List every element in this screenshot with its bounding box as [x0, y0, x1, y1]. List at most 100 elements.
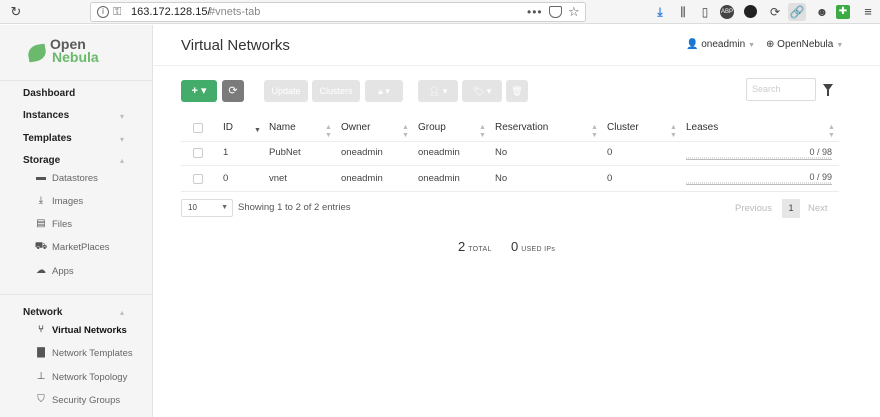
- sidebar-item-images[interactable]: ⤓ Images: [34, 194, 83, 210]
- user-name: oneadmin: [701, 39, 746, 50]
- page-size-select[interactable]: 10 ▼: [181, 199, 233, 217]
- chevron-down-icon[interactable]: ▾: [120, 112, 124, 121]
- extension-circle-icon[interactable]: [744, 5, 757, 18]
- pagination-previous[interactable]: Previous: [735, 203, 772, 214]
- table-cell-owner[interactable]: oneadmin: [341, 146, 383, 160]
- download-icon[interactable]: ⤓: [652, 4, 668, 20]
- lease-count: 0 / 98: [809, 147, 832, 157]
- sidebar-item-datastores[interactable]: ▬ Datastores: [34, 171, 98, 187]
- table-cell-cluster[interactable]: 0: [607, 172, 612, 186]
- column-header-name[interactable]: Name: [269, 117, 296, 139]
- sidebar-item-templates[interactable]: Templates: [23, 133, 72, 144]
- chevron-down-icon[interactable]: ▾: [120, 135, 124, 144]
- sidebar-item-network-topology[interactable]: ⊥ Network Topology: [34, 370, 128, 386]
- extension-green-icon[interactable]: ✚: [836, 5, 850, 19]
- sidebar-item-label: Files: [52, 219, 73, 230]
- column-header-reservation[interactable]: Reservation: [495, 117, 548, 139]
- delete-button[interactable]: 🗑︎: [506, 80, 528, 102]
- pocket-icon[interactable]: [549, 6, 562, 18]
- user-menu[interactable]: 👤 oneadmin ▼: [686, 39, 755, 50]
- info-icon[interactable]: i: [97, 6, 109, 18]
- chevron-up-icon[interactable]: ▴: [120, 156, 124, 165]
- pagination-page[interactable]: 1: [782, 199, 800, 218]
- table-cell-id[interactable]: 0: [223, 172, 228, 186]
- sort-icon[interactable]: ▲ ▼: [828, 124, 835, 140]
- table-cell-group[interactable]: oneadmin: [418, 146, 460, 160]
- lease-progress-bar: [686, 182, 832, 185]
- sidebar-item-virtual-networks[interactable]: ⑂ Virtual Networks: [34, 323, 127, 339]
- library-icon[interactable]: ⫼: [675, 4, 691, 20]
- table-cell-owner[interactable]: oneadmin: [341, 172, 383, 186]
- used-ips-summary: 0 USED IPs: [511, 239, 555, 254]
- labels-button[interactable]: 🏷︎ ▾: [462, 80, 502, 102]
- lock-button[interactable]: 🔒︎ ▾: [365, 80, 403, 102]
- url-bar[interactable]: i ⚿ 163.172.128.15/ #vnets-tab ••• ☆: [90, 2, 586, 22]
- sidebar-item-apps[interactable]: ☁ Apps: [34, 264, 74, 280]
- search-input[interactable]: Search: [746, 78, 816, 101]
- column-header-cluster[interactable]: Cluster: [607, 117, 639, 139]
- sidebar-item-label: Images: [52, 196, 84, 207]
- user-icon: 👤: [686, 39, 699, 50]
- sidebar-item-security-groups[interactable]: ⛉ Security Groups: [34, 393, 120, 409]
- opennebula-logo[interactable]: Open Nebula: [26, 37, 116, 67]
- lease-progress-bar: [686, 157, 832, 160]
- table-cell-name[interactable]: vnet: [269, 172, 287, 186]
- sort-desc-icon[interactable]: ▼: [254, 127, 261, 135]
- lease-count: 0 / 99: [809, 172, 832, 182]
- row-checkbox[interactable]: [193, 148, 203, 158]
- used-ips-label: USED IPs: [521, 246, 556, 253]
- total-summary: 2 TOTAL: [458, 239, 492, 254]
- sort-icon[interactable]: ▲ ▼: [670, 124, 677, 140]
- adblock-icon[interactable]: ABP: [720, 5, 734, 19]
- extension-face-icon[interactable]: ☻: [814, 4, 830, 20]
- sidebar-item-network-templates[interactable]: ▇ Network Templates: [34, 346, 132, 362]
- column-header-owner[interactable]: Owner: [341, 117, 370, 139]
- bookmark-star-icon[interactable]: ☆: [568, 4, 580, 20]
- sidebar-toggle-icon[interactable]: ▯: [697, 4, 713, 20]
- pagination-next[interactable]: Next: [808, 203, 828, 214]
- cloud-icon: ☁: [36, 265, 46, 277]
- table-cell-id[interactable]: 1: [223, 146, 228, 160]
- sidebar-item-files[interactable]: ▤ Files: [34, 217, 72, 233]
- table-divider: [181, 165, 839, 166]
- sidebar-item-storage[interactable]: Storage: [23, 155, 60, 166]
- sidebar-item-dashboard[interactable]: Dashboard: [23, 88, 75, 99]
- zone-menu[interactable]: ⊕ OpenNebula ▼: [766, 39, 843, 50]
- clusters-button[interactable]: Clusters: [312, 80, 360, 102]
- hamburger-menu-icon[interactable]: ≡: [860, 4, 876, 20]
- total-label: TOTAL: [468, 246, 492, 253]
- update-button[interactable]: Update: [264, 80, 308, 102]
- create-button[interactable]: + ▾: [181, 80, 217, 102]
- table-cell-reservation[interactable]: No: [495, 172, 507, 186]
- link-icon[interactable]: 🔗: [788, 3, 806, 21]
- table-cell-name[interactable]: PubNet: [269, 146, 301, 160]
- change-owner-button[interactable]: 👤︎ ▾: [418, 80, 458, 102]
- sort-icon[interactable]: ▲ ▼: [479, 124, 486, 140]
- column-header-leases[interactable]: Leases: [686, 117, 718, 139]
- template-icon: ▇: [37, 347, 45, 359]
- table-cell-group[interactable]: oneadmin: [418, 172, 460, 186]
- cart-icon: ⛟: [34, 241, 48, 253]
- chevron-up-icon[interactable]: ▴: [120, 308, 124, 317]
- insecure-lock-icon[interactable]: ⚿: [113, 6, 125, 19]
- select-all-checkbox[interactable]: [193, 123, 203, 133]
- refresh-button[interactable]: ⟳: [222, 80, 244, 102]
- sort-icon[interactable]: ▲ ▼: [325, 124, 332, 140]
- filter-icon[interactable]: [823, 84, 833, 96]
- sort-icon[interactable]: ▲ ▼: [402, 124, 409, 140]
- tag-icon: 🏷︎ ▾: [472, 86, 492, 96]
- row-checkbox[interactable]: [193, 174, 203, 184]
- page-actions-icon[interactable]: •••: [527, 5, 543, 19]
- sidebar-divider: [0, 294, 153, 295]
- column-header-id[interactable]: ID: [223, 117, 233, 139]
- sidebar-item-label: Datastores: [52, 173, 98, 184]
- sidebar-item-instances[interactable]: Instances: [23, 110, 69, 121]
- column-header-group[interactable]: Group: [418, 117, 446, 139]
- table-cell-cluster[interactable]: 0: [607, 146, 612, 160]
- reload-icon[interactable]: ↻: [8, 4, 24, 20]
- sort-icon[interactable]: ▲ ▼: [591, 124, 598, 140]
- table-cell-reservation[interactable]: No: [495, 146, 507, 160]
- sync-icon[interactable]: ⟳: [767, 4, 783, 20]
- sidebar-item-marketplaces[interactable]: ⛟ MarketPlaces: [34, 240, 110, 256]
- sidebar-item-network[interactable]: Network: [23, 307, 62, 318]
